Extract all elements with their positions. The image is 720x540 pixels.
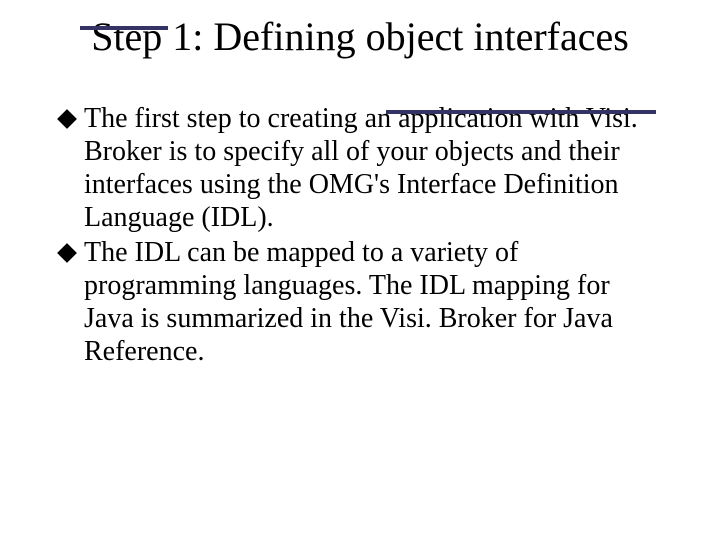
bullet-text: The first step to creating an applicatio… <box>84 102 660 234</box>
slide-title: Step 1: Defining object interfaces <box>90 14 630 60</box>
slide: Step 1: Defining object interfaces The f… <box>0 0 720 540</box>
list-item: The first step to creating an applicatio… <box>60 102 660 234</box>
bullet-text: The IDL can be mapped to a variety of pr… <box>84 236 660 368</box>
title-block: Step 1: Defining object interfaces <box>0 0 720 60</box>
title-rule-top <box>80 26 168 30</box>
diamond-bullet-icon <box>57 243 77 263</box>
slide-body: The first step to creating an applicatio… <box>60 102 660 368</box>
list-item: The IDL can be mapped to a variety of pr… <box>60 236 660 368</box>
diamond-bullet-icon <box>57 109 77 129</box>
title-rule-bottom <box>386 110 656 114</box>
